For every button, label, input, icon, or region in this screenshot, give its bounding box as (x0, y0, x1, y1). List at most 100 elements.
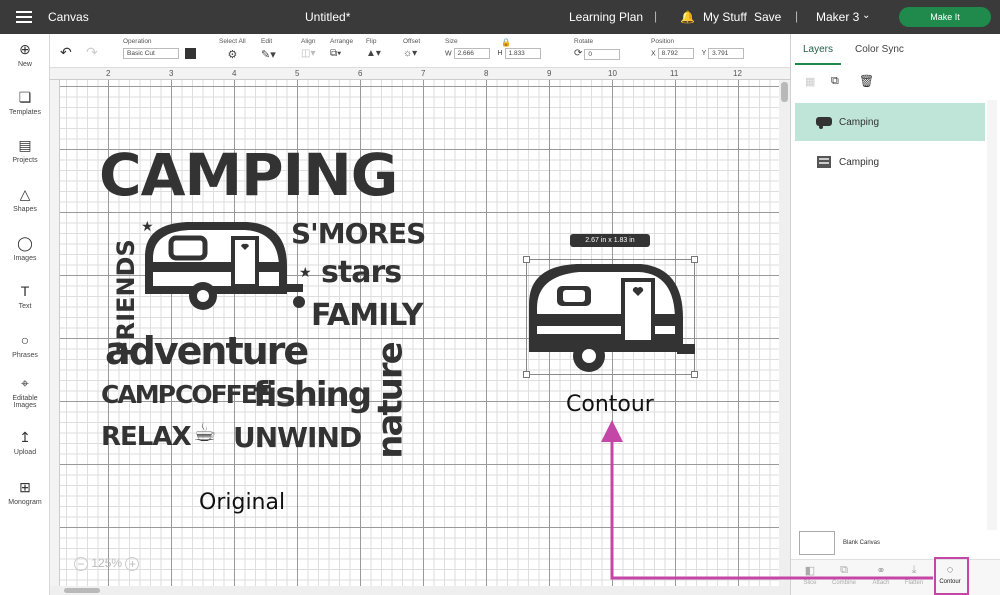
rotate-group: Rotate ⟳ 0 (574, 38, 621, 60)
sidebar-item-text[interactable]: T Text (0, 284, 50, 311)
align-icon: ◫▾ (301, 48, 316, 59)
edit-group[interactable]: Edit ✎▾ (261, 38, 276, 61)
sidebar-item-templates[interactable]: ❏ Templates (0, 89, 50, 117)
operation-select[interactable]: Basic Cut (123, 48, 179, 59)
horizontal-scrollbar[interactable] (50, 586, 779, 595)
contour-label: Contour (566, 392, 654, 417)
blank-canvas-swatch[interactable] (799, 531, 835, 555)
layer-item[interactable]: Camping (795, 103, 985, 141)
camper-illustration (145, 222, 305, 310)
duplicate-icon[interactable]: ⧉ (831, 75, 839, 88)
x-input[interactable]: 8.792 (657, 48, 694, 59)
separator: | (654, 9, 658, 23)
align-group[interactable]: Align ◫▾ (301, 38, 315, 59)
attach-button[interactable]: ⚭ Attach (866, 564, 896, 586)
zoom-in-button[interactable]: + (125, 556, 140, 571)
sidebar-item-editable-images[interactable]: ⌖ Editable Images (0, 375, 50, 410)
tab-layers[interactable]: Layers (803, 44, 833, 55)
sidebar-item-upload[interactable]: ↥ Upload (0, 430, 50, 457)
layers-scrollbar[interactable] (987, 100, 997, 530)
word-camp: CAMP (101, 380, 176, 409)
scroll-thumb[interactable] (64, 588, 100, 593)
word-adventure: adventure (105, 329, 309, 373)
shapes-icon: △ (19, 186, 31, 202)
tab-color-sync[interactable]: Color Sync (855, 44, 904, 55)
layer-actions: ▦ ⧉ 🗑 (791, 66, 1000, 100)
right-panel: Layers Color Sync ▦ ⧉ 🗑 Camping Camping … (790, 34, 1000, 595)
project-title[interactable]: Untitled* (305, 10, 350, 24)
word-smores: S'MORES (291, 217, 426, 250)
sidebar-item-images[interactable]: ◯ Images (0, 236, 50, 263)
left-sidebar: ⊕ New ❏ Templates ▤ Projects △ Shapes ◯ Image… (0, 34, 50, 595)
offset-icon: ☼▾ (403, 48, 418, 59)
word-family: FAMILY (311, 298, 423, 333)
top-bar: Canvas Untitled* Learning Plan | 🔔 My St… (0, 0, 1000, 34)
vertical-scrollbar[interactable] (779, 80, 790, 595)
menu-icon[interactable] (16, 11, 32, 23)
delete-icon[interactable]: 🗑 (859, 74, 874, 88)
undo-icon[interactable]: ↶ (60, 44, 72, 61)
scroll-thumb[interactable] (781, 82, 788, 102)
design-canvas[interactable]: 2 3 4 5 6 7 8 9 10 11 12 CAMPING FRIENDS… (50, 68, 790, 595)
active-tab-indicator (795, 63, 841, 65)
pencil-icon: ✎▾ (261, 49, 276, 61)
color-swatch[interactable] (184, 48, 196, 59)
selection-box[interactable] (523, 256, 698, 378)
my-stuff-link[interactable]: My Stuff (703, 10, 747, 24)
bell-icon[interactable]: 🔔 (680, 10, 695, 24)
width-input[interactable]: 2.666 (453, 48, 490, 59)
rotate-icon: ⟳ (574, 48, 583, 59)
arrange-group[interactable]: Arrange ⧉▾ (330, 38, 353, 59)
group-icon[interactable]: ▦ (805, 75, 815, 88)
editable-icon: ⌖ (21, 375, 29, 391)
flatten-button[interactable]: ⤓ Flatten (899, 564, 929, 586)
resize-handle[interactable] (523, 371, 530, 378)
make-it-button[interactable]: Make It (899, 7, 991, 27)
zoom-out-button[interactable]: − (74, 556, 88, 571)
combine-button[interactable]: ⧉ Combine (829, 564, 859, 586)
design-thumbnail-icon (817, 156, 831, 168)
select-all-group[interactable]: Select All ⚙ (219, 38, 246, 61)
position-group: Position X 8.792 Y 3.791 (651, 38, 745, 59)
resize-handle[interactable] (523, 256, 530, 263)
flatten-icon: ⤓ (911, 564, 917, 576)
sidebar-item-shapes[interactable]: △ Shapes (0, 186, 50, 214)
size-group: Size W 2.666 H 1.833 (445, 38, 541, 59)
cricut-design-space-window: Canvas Untitled* Learning Plan | 🔔 My St… (0, 0, 1000, 595)
slice-icon: ◧ (804, 565, 816, 577)
resize-handle[interactable] (691, 256, 698, 263)
sidebar-item-monogram[interactable]: ⊞ Monogram (0, 480, 50, 507)
original-label: Original (199, 490, 286, 515)
word-camping: CAMPING (99, 141, 398, 209)
shirt-icon: ❏ (18, 89, 32, 105)
layer-item[interactable]: Camping (795, 143, 985, 181)
sidebar-item-new[interactable]: ⊕ New (0, 41, 50, 69)
y-input[interactable]: 3.791 (708, 48, 745, 59)
separator: | (795, 9, 799, 23)
layer-list: Camping Camping (791, 100, 1000, 500)
redo-icon[interactable]: ↷ (86, 44, 98, 61)
original-camping-design[interactable]: CAMPING FRIENDS ★ S'MORES ★ stars FAMILY… (95, 141, 426, 464)
sidebar-item-projects[interactable]: ▤ Projects (0, 137, 50, 165)
vertical-ruler (50, 80, 60, 595)
machine-select[interactable]: Maker 3 (816, 10, 859, 24)
height-input[interactable]: 1.833 (504, 48, 541, 59)
chevron-down-icon[interactable]: ⌄ (862, 10, 870, 21)
projects-icon: ▤ (18, 137, 32, 153)
lock-icon[interactable]: 🔒 (501, 38, 511, 47)
plus-circle-icon: ⊕ (19, 41, 31, 57)
zoom-control: − 125% + (74, 556, 140, 571)
offset-group[interactable]: Offset ☼▾ (403, 38, 420, 59)
sidebar-item-phrases[interactable]: ○ Phrases (0, 332, 50, 360)
edit-toolbar: ↶ ↷ Operation Basic Cut Select All ⚙ Edi… (50, 34, 790, 68)
word-unwind: UNWIND (233, 421, 362, 454)
blank-canvas-label: Blank Canvas (843, 540, 881, 546)
resize-handle[interactable] (691, 371, 698, 378)
flip-group[interactable]: Flip ▲▾ (366, 38, 381, 59)
speech-icon: ○ (20, 332, 30, 348)
rotate-input[interactable]: 0 (584, 48, 621, 60)
save-button[interactable]: Save (754, 10, 781, 24)
horizontal-ruler: 2 3 4 5 6 7 8 9 10 11 12 (50, 68, 790, 80)
slice-button[interactable]: ◧ Slice (795, 564, 825, 586)
learning-plan-link[interactable]: Learning Plan (569, 10, 643, 24)
